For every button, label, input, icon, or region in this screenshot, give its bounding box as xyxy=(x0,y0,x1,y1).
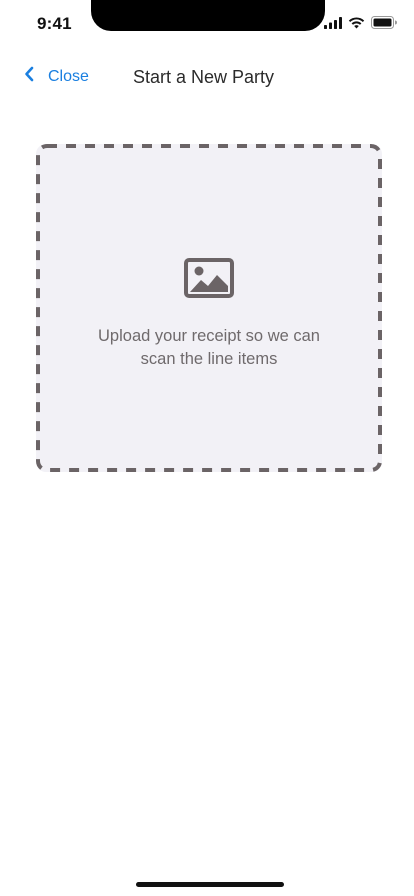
wifi-icon xyxy=(348,16,365,34)
status-time: 9:41 xyxy=(37,14,72,33)
status-bar: 9:41 xyxy=(0,0,414,48)
dashed-border xyxy=(36,144,382,472)
battery-icon xyxy=(371,16,398,34)
navigation-bar: Close Start a New Party xyxy=(0,58,414,98)
upload-instructions-line-2: scan the line items xyxy=(140,350,278,368)
upload-instructions-line-1: Upload your receipt so we can xyxy=(98,327,320,345)
close-label: Close xyxy=(48,67,89,85)
image-icon xyxy=(184,258,234,303)
upload-instructions: Upload your receipt so we can scan the l… xyxy=(36,325,382,371)
device-notch xyxy=(91,0,325,31)
cellular-signal-icon xyxy=(324,16,342,34)
close-button[interactable]: Close xyxy=(24,66,89,87)
page-title: Start a New Party xyxy=(133,67,275,87)
status-icons xyxy=(324,16,398,34)
home-indicator xyxy=(136,882,284,887)
chevron-left-icon xyxy=(24,66,34,87)
upload-receipt-dropzone[interactable]: Upload your receipt so we can scan the l… xyxy=(36,144,382,472)
